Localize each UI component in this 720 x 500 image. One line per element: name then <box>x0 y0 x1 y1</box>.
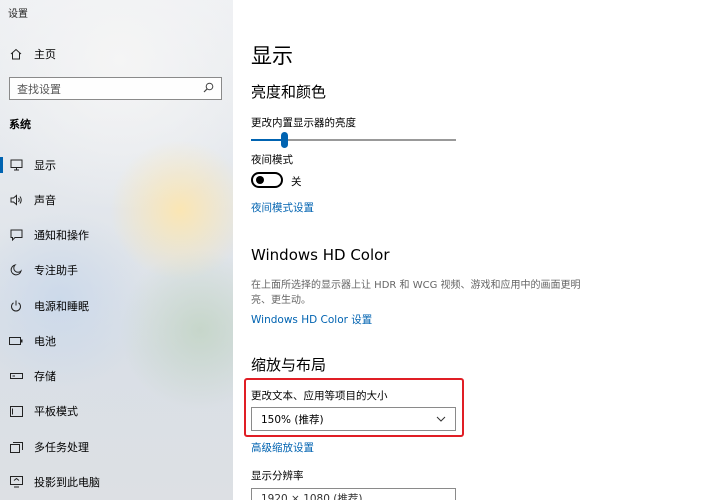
advanced-scaling-link[interactable]: 高级缩放设置 <box>251 440 314 455</box>
brightness-slider-thumb[interactable] <box>281 132 288 148</box>
brightness-label: 更改内置显示器的亮度 <box>251 117 356 129</box>
power-icon <box>8 300 24 312</box>
home-link[interactable]: 主页 <box>8 44 56 64</box>
resolution-dropdown[interactable]: 1920 × 1080 (推荐) <box>251 488 456 500</box>
hd-color-settings-link[interactable]: Windows HD Color 设置 <box>251 312 372 327</box>
search-input[interactable]: 查找设置 <box>9 77 222 100</box>
sidebar-item-label: 存储 <box>34 370 56 383</box>
sidebar-item-multitasking[interactable]: 多任务处理 <box>0 435 233 459</box>
search-icon[interactable] <box>203 82 214 96</box>
tablet-icon <box>8 405 24 417</box>
sidebar-item-label: 显示 <box>34 159 56 172</box>
speaker-icon <box>8 194 24 206</box>
night-light-toggle[interactable] <box>251 172 283 188</box>
project-icon <box>8 476 24 488</box>
sidebar-item-label: 专注助手 <box>34 264 78 277</box>
moon-icon <box>8 264 24 276</box>
sidebar-item-sound[interactable]: 声音 <box>0 188 233 212</box>
hd-color-heading: Windows HD Color <box>251 246 390 264</box>
sidebar-item-label: 平板模式 <box>34 405 78 418</box>
window-title: 设置 <box>8 9 28 20</box>
highlight-box <box>244 378 464 437</box>
night-light-label: 夜间模式 <box>251 154 293 166</box>
resolution-label: 显示分辨率 <box>251 470 304 482</box>
page-title: 显示 <box>251 44 293 68</box>
storage-icon <box>8 371 24 381</box>
search-placeholder: 查找设置 <box>17 82 61 96</box>
sidebar-item-tablet-mode[interactable]: 平板模式 <box>0 399 233 423</box>
scale-layout-heading: 缩放与布局 <box>251 356 327 374</box>
sidebar-item-battery[interactable]: 电池 <box>0 329 233 353</box>
main-content: 显示 亮度和颜色 更改内置显示器的亮度 夜间模式 关 夜间模式设置 Window… <box>233 0 720 500</box>
sidebar-item-label: 声音 <box>34 194 56 207</box>
sidebar-item-label: 通知和操作 <box>34 229 89 242</box>
night-light-settings-link[interactable]: 夜间模式设置 <box>251 200 314 215</box>
sidebar-item-display[interactable]: 显示 <box>0 153 233 177</box>
sidebar-item-label: 电源和睡眠 <box>34 300 89 313</box>
hd-color-description: 在上面所选择的显示器上让 HDR 和 WCG 视频、游戏和应用中的画面更明亮、更… <box>251 280 581 306</box>
multitask-icon <box>8 441 24 453</box>
section-label-system: 系统 <box>9 118 31 131</box>
monitor-icon <box>8 159 24 171</box>
sidebar-item-power-sleep[interactable]: 电源和睡眠 <box>0 294 233 318</box>
notification-icon <box>8 229 24 241</box>
sidebar-item-label: 电池 <box>34 335 56 348</box>
night-light-state: 关 <box>291 176 302 188</box>
toggle-knob <box>256 176 264 184</box>
sidebar-item-project-to-pc[interactable]: 投影到此电脑 <box>0 470 233 494</box>
sidebar-item-label: 投影到此电脑 <box>34 476 100 489</box>
brightness-slider[interactable] <box>251 132 456 148</box>
battery-icon <box>8 336 24 346</box>
sidebar-item-notifications[interactable]: 通知和操作 <box>0 223 233 247</box>
sidebar-item-label: 多任务处理 <box>34 441 89 454</box>
brightness-heading: 亮度和颜色 <box>251 83 327 101</box>
home-icon <box>8 48 24 60</box>
sidebar-item-storage[interactable]: 存储 <box>0 364 233 388</box>
home-label: 主页 <box>34 48 56 61</box>
resolution-dropdown-value: 1920 × 1080 (推荐) <box>261 493 363 500</box>
brightness-slider-fill <box>251 139 284 141</box>
sidebar: 设置 主页 查找设置 系统 显示 声音 通知和操作 专注助手 电源和睡眠 电池 … <box>0 0 233 500</box>
sidebar-item-focus-assist[interactable]: 专注助手 <box>0 258 233 282</box>
